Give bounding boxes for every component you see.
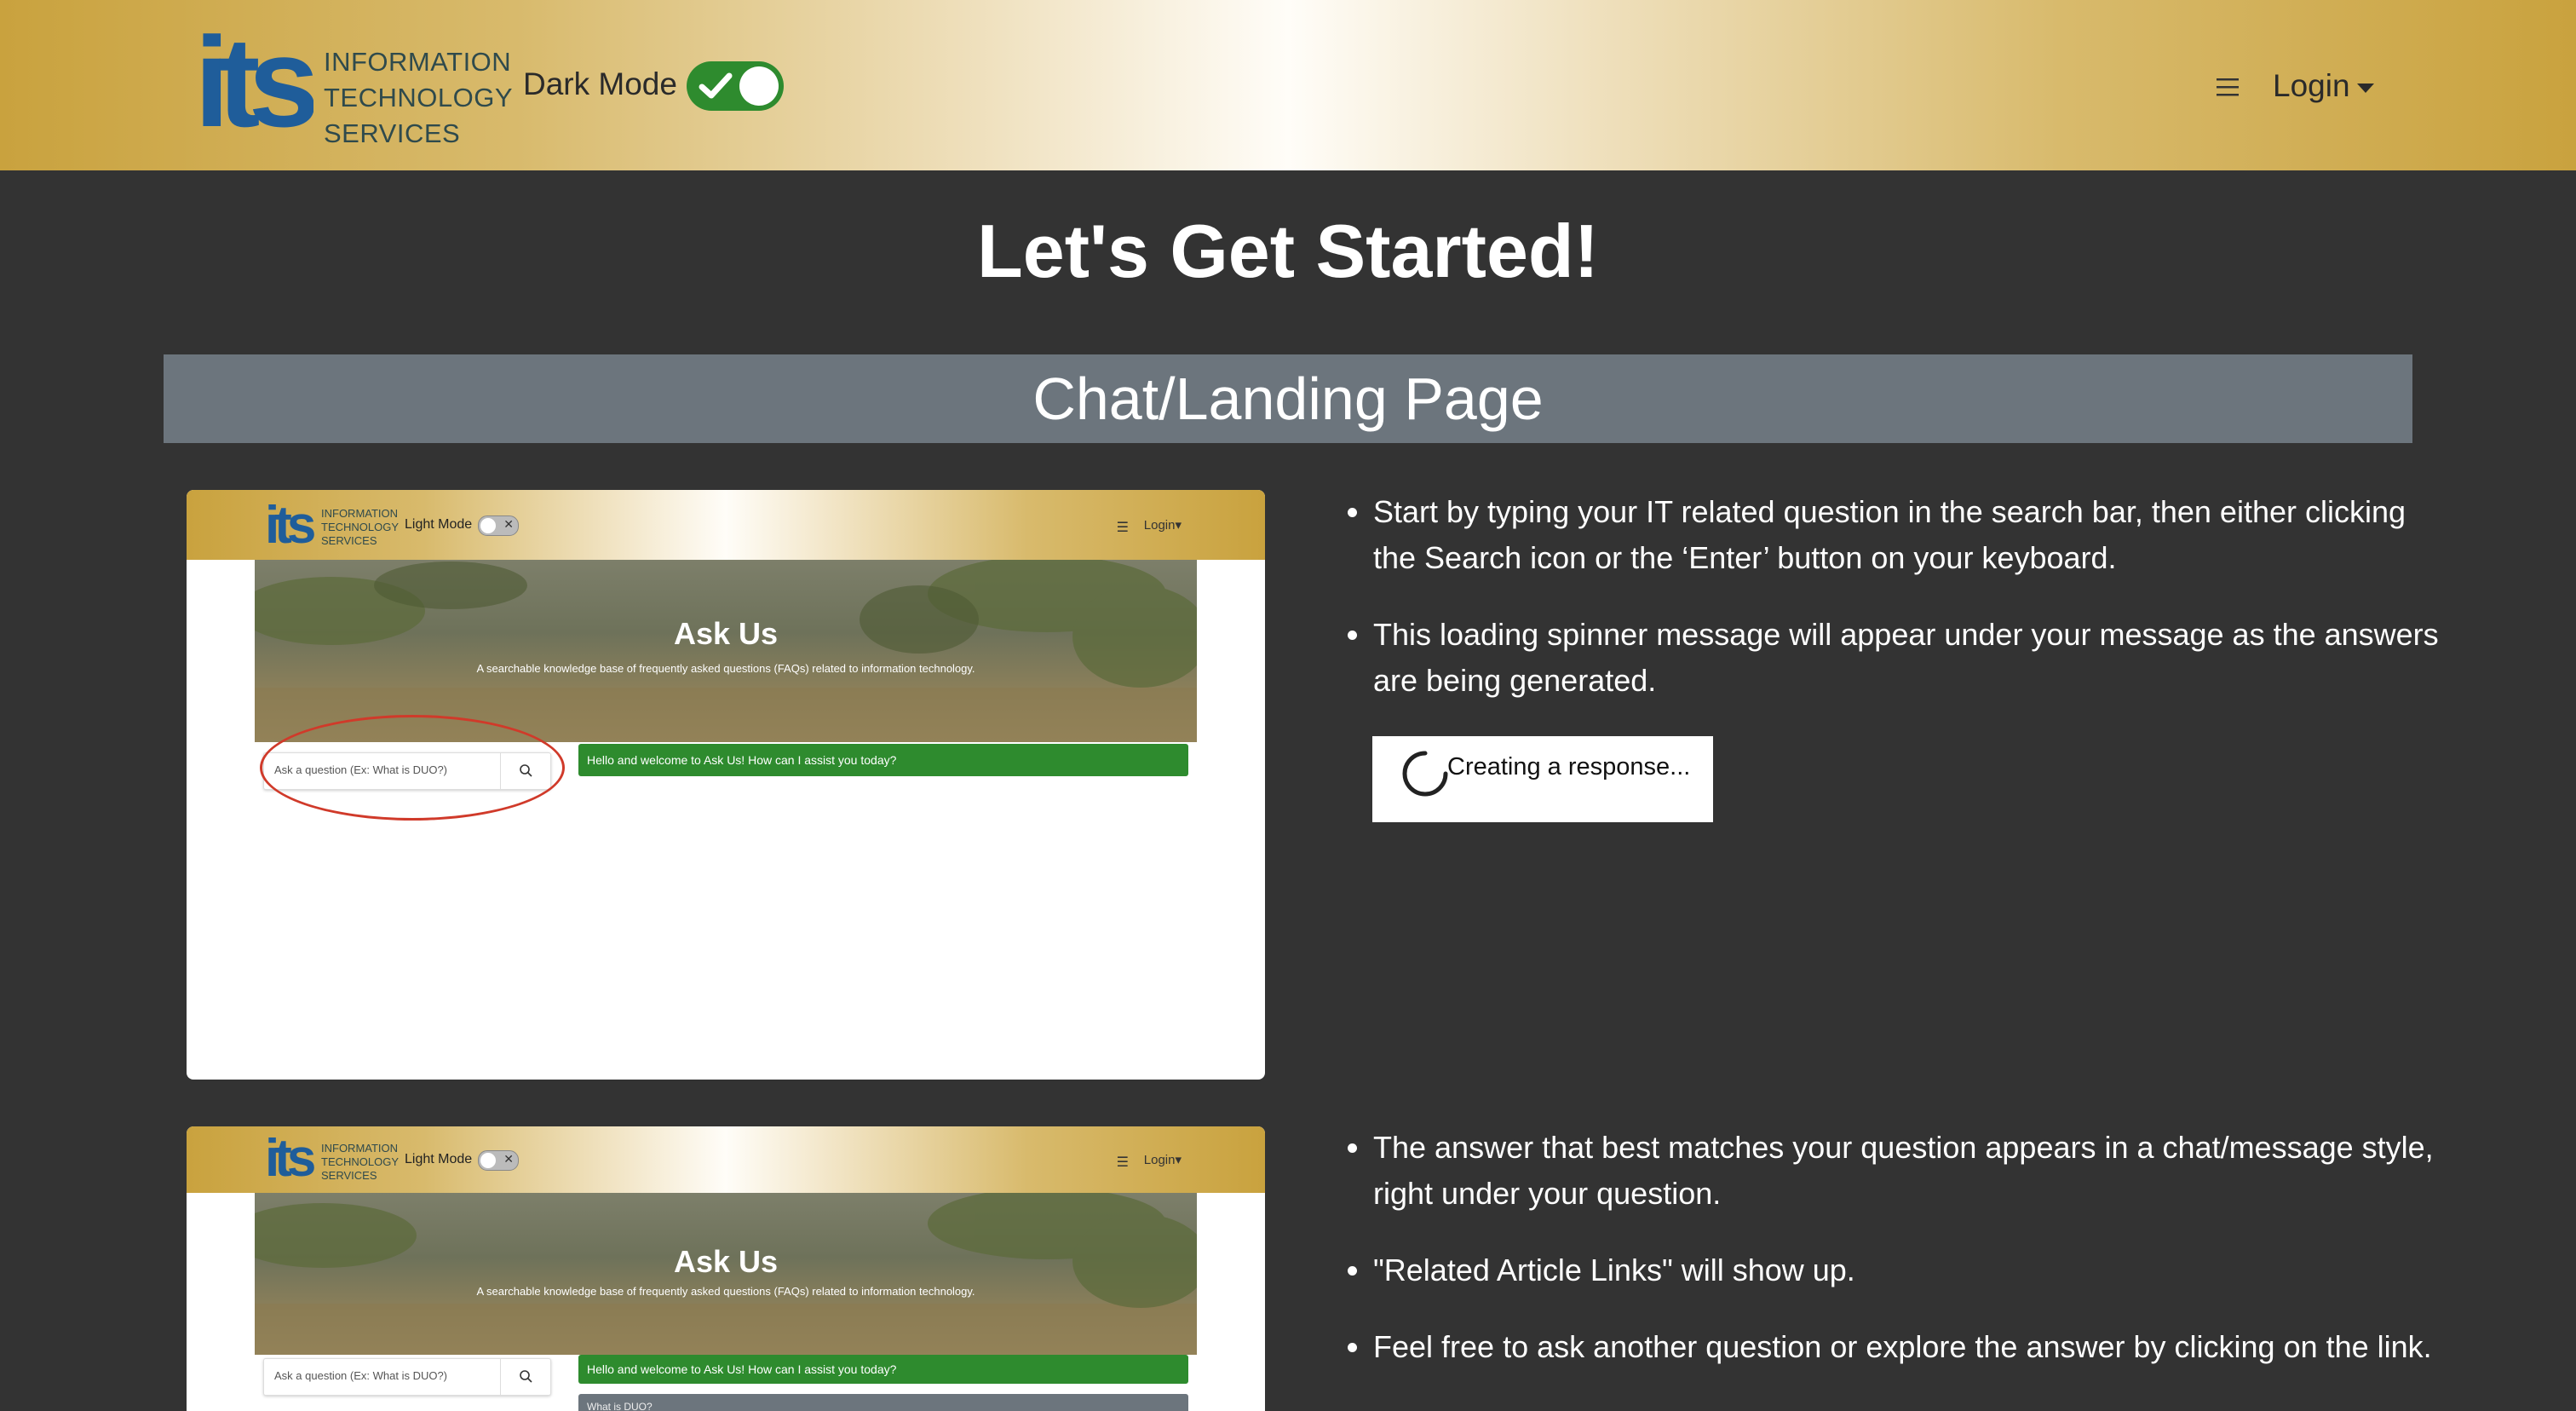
mini-mode-toggle: ✕ <box>478 515 519 536</box>
instructions-list-1: Start by typing your IT related question… <box>1346 489 2447 734</box>
mini-mode-label: Light Mode <box>405 1152 473 1166</box>
toggle-knob <box>739 66 779 106</box>
svg-text:its: its <box>265 1133 314 1183</box>
search-icon <box>520 1370 532 1383</box>
mini-banner-title: Ask Us <box>673 1244 779 1279</box>
page-title: Let's Get Started! <box>977 209 1599 293</box>
instruction-item: The answer that best matches your questi… <box>1348 1125 2447 1217</box>
mini-banner-title: Ask Us <box>673 616 779 651</box>
highlight-circle <box>260 715 565 821</box>
mini-banner-subtitle: A searchable knowledge base of frequentl… <box>476 1285 975 1298</box>
loading-spinner-example: Creating a response... <box>1372 736 1713 822</box>
screenshot-chat-answer: its INFORMATION TECHNOLOGY SERVICES Ligh… <box>187 1126 1265 1411</box>
mini-banner: Ask Us A searchable knowledge base of fr… <box>255 1193 1197 1355</box>
its-logo-icon: its <box>265 500 314 550</box>
svg-text:its: its <box>194 26 313 145</box>
svg-text:its: its <box>265 500 314 550</box>
mini-user-message: What is DUO? <box>578 1394 1188 1411</box>
its-logo-icon[interactable]: its <box>194 26 313 145</box>
mini-mode-toggle: ✕ <box>478 1150 519 1171</box>
screenshot-chat-landing: its INFORMATION TECHNOLOGY SERVICES Ligh… <box>187 490 1265 1080</box>
mini-banner-subtitle: A searchable knowledge base of frequentl… <box>476 662 975 675</box>
logo-text: INFORMATION TECHNOLOGY SERVICES <box>324 47 514 148</box>
caret-down-icon <box>2356 83 2374 93</box>
check-icon <box>699 72 733 99</box>
toggle-knob <box>480 518 496 533</box>
its-logo-icon: its <box>265 1133 314 1183</box>
dark-mode-toggle[interactable] <box>687 61 784 111</box>
spinner-icon <box>1402 751 1448 797</box>
toggle-knob <box>480 1153 496 1168</box>
hamburger-menu-icon: ☰ <box>1116 521 1129 535</box>
mini-search-button <box>500 1359 550 1395</box>
mini-header: its INFORMATION TECHNOLOGY SERVICES Ligh… <box>187 490 1265 560</box>
login-label: Login <box>2273 68 2350 103</box>
mini-chat-bubble: Hello and welcome to Ask Us! How can I a… <box>578 1355 1188 1384</box>
section-title: Chat/Landing Page <box>1032 366 1544 432</box>
mini-mode-label: Light Mode <box>405 517 473 532</box>
mini-logo-text: INFORMATION TECHNOLOGY SERVICES <box>321 507 400 547</box>
mini-chat-bubble: Hello and welcome to Ask Us! How can I a… <box>578 744 1188 776</box>
mini-login: Login▾ <box>1143 1153 1182 1167</box>
mini-logo-text: INFORMATION TECHNOLOGY SERVICES <box>321 1142 400 1182</box>
instruction-item: This loading spinner message will appear… <box>1348 612 2447 704</box>
mini-header: its INFORMATION TECHNOLOGY SERVICES Ligh… <box>187 1126 1265 1193</box>
login-dropdown[interactable]: Login <box>2273 68 2374 104</box>
instruction-item: Start by typing your IT related question… <box>1348 489 2447 581</box>
hamburger-menu-icon: ☰ <box>1116 1155 1129 1170</box>
spinner-text: Creating a response... <box>1447 753 1691 780</box>
hamburger-menu-icon[interactable] <box>2215 77 2240 97</box>
mini-search-bar: Ask a question (Ex: What is DUO?) <box>263 1358 551 1396</box>
x-icon: ✕ <box>503 1152 514 1166</box>
section-header: Chat/Landing Page <box>164 354 2412 443</box>
mode-label: Dark Mode <box>523 66 677 101</box>
instructions-list-2: The answer that best matches your questi… <box>1346 1125 2447 1401</box>
mini-login: Login▾ <box>1143 518 1182 533</box>
instruction-item: Feel free to ask another question or exp… <box>1348 1324 2447 1370</box>
x-icon: ✕ <box>503 517 514 531</box>
mini-search-placeholder: Ask a question (Ex: What is DUO?) <box>274 1369 448 1382</box>
instruction-item: "Related Article Links" will show up. <box>1348 1247 2447 1293</box>
site-header: its INFORMATION TECHNOLOGY SERVICES Dark… <box>0 0 2576 170</box>
